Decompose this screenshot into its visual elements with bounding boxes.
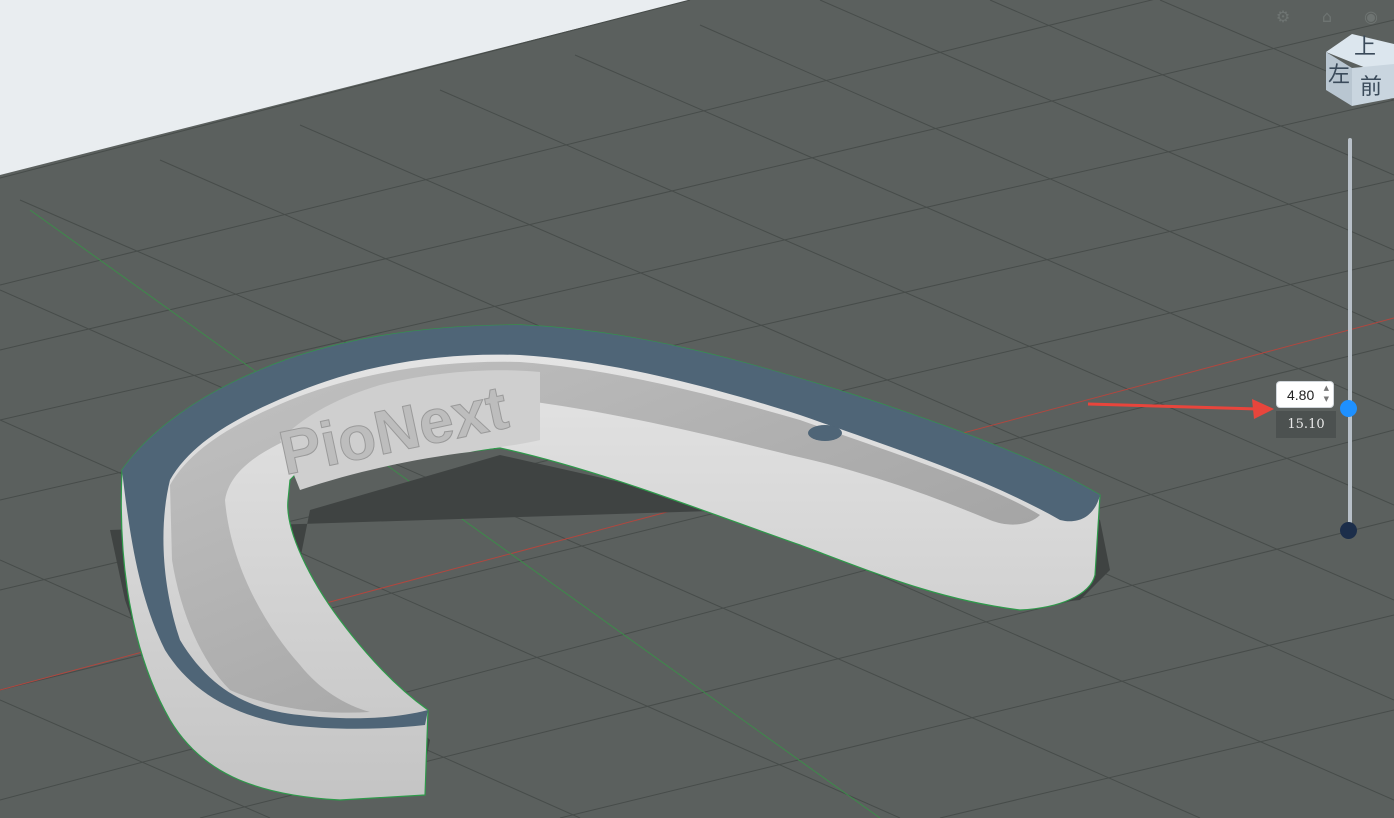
3d-viewport[interactable]: PioNext — [0, 0, 1394, 818]
view-cube-left-label: 左 — [1328, 63, 1350, 88]
max-height-label: 15.10 — [1276, 411, 1336, 438]
layer-slider-top-handle[interactable] — [1340, 400, 1357, 417]
eye-icon[interactable]: ◉ — [1360, 6, 1382, 28]
settings-icon[interactable]: ⚙ — [1272, 6, 1294, 28]
stepper-down-icon[interactable]: ▼ — [1324, 395, 1329, 403]
view-cube-top-label: 上 — [1354, 35, 1376, 60]
home-icon[interactable]: ⌂ — [1316, 6, 1338, 28]
stepper-up-icon[interactable]: ▲ — [1324, 384, 1329, 392]
view-cube-front-label: 前 — [1360, 75, 1382, 100]
layer-height-input[interactable]: 4.80 ▲ ▼ — [1276, 381, 1334, 408]
layer-slider-track[interactable] — [1348, 138, 1352, 533]
model-hole — [808, 425, 842, 441]
layer-slider-bottom-handle[interactable] — [1340, 522, 1357, 539]
annotation-arrow — [1087, 399, 1274, 419]
layer-height-value[interactable]: 4.80 — [1287, 387, 1314, 403]
view-cube[interactable]: 上 左 前 — [1318, 30, 1394, 110]
